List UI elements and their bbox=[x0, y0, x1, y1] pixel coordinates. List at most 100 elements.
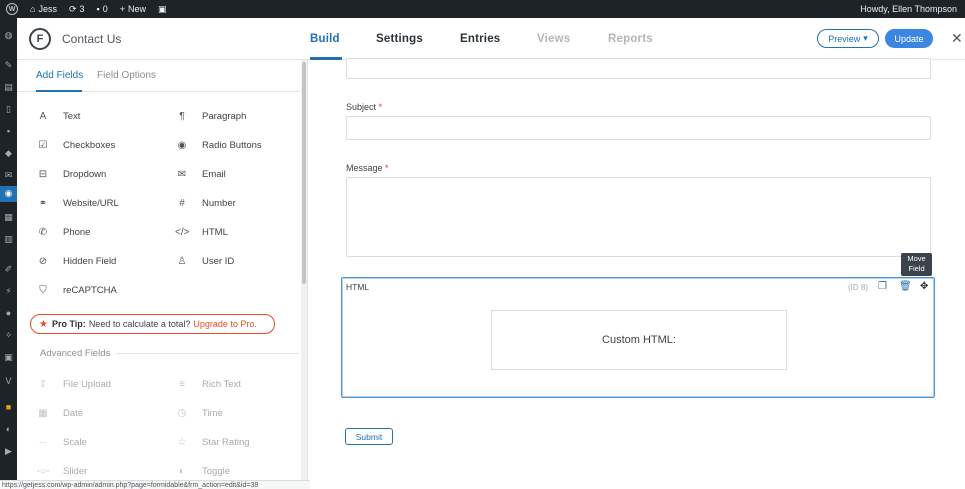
media-icon[interactable]: ▤ bbox=[3, 82, 14, 93]
plugins-icon[interactable]: ⚡ bbox=[3, 286, 14, 297]
required-mark: * bbox=[385, 163, 389, 173]
field-user-id[interactable]: ♙ User ID bbox=[175, 254, 235, 268]
field-label: reCAPTCHA bbox=[63, 284, 117, 296]
formidable-logo-icon: F bbox=[29, 28, 51, 50]
clock-icon: ◷ bbox=[177, 407, 187, 419]
move-icon[interactable]: ✥ bbox=[920, 281, 928, 292]
plugin-d-icon[interactable]: ◐ bbox=[3, 424, 14, 435]
mail-icon[interactable]: ✉ bbox=[3, 170, 14, 181]
link-icon: ⚭ bbox=[38, 197, 48, 209]
field-website-url[interactable]: ⚭ Website/URL bbox=[36, 196, 119, 210]
wp-logo-menu[interactable]: W bbox=[0, 0, 24, 18]
update-button[interactable]: Update bbox=[885, 29, 933, 48]
comments-menu[interactable]: ▪ 0 bbox=[91, 0, 114, 18]
fields-panel: Add Fields Field Options A Text ☑ Checkbox… bbox=[17, 60, 308, 489]
updates-count: 3 bbox=[79, 4, 85, 14]
field-number[interactable]: # Number bbox=[175, 196, 236, 210]
site-name-menu[interactable]: ⌂ Jess bbox=[24, 0, 63, 18]
field-label: Date bbox=[63, 407, 84, 419]
html-field-label: HTML bbox=[346, 282, 370, 292]
dashboard-icon[interactable]: ◍ bbox=[3, 30, 14, 41]
comments-icon[interactable]: ▪ bbox=[3, 126, 14, 137]
field-dropdown[interactable]: ⊟ Dropdown bbox=[36, 167, 107, 181]
html-field-selected[interactable]: HTML (ID 8) ❐ 🗑 ✥ Custom HTML: bbox=[341, 277, 935, 398]
tab-reports[interactable]: Reports bbox=[608, 33, 653, 45]
calendar-icon: ▦ bbox=[38, 407, 48, 419]
tag-icon[interactable]: ◆ bbox=[3, 148, 14, 159]
field-scale[interactable]: ∙∙∙ Scale bbox=[36, 435, 87, 449]
field-email[interactable]: ✉ Email bbox=[175, 167, 226, 181]
tab-add-fields[interactable]: Add Fields bbox=[36, 70, 83, 81]
field-label: Scale bbox=[63, 436, 87, 448]
field-star-rating[interactable]: ☆ Star Rating bbox=[175, 435, 250, 449]
text-icon: A bbox=[39, 110, 47, 122]
form-canvas: Subject * Message * Move Field HTML (ID … bbox=[309, 58, 965, 489]
field-radio-buttons[interactable]: ◉ Radio Buttons bbox=[175, 138, 262, 152]
site-name: Jess bbox=[38, 4, 57, 14]
subject-input[interactable] bbox=[346, 116, 931, 140]
play-icon[interactable]: ▶ bbox=[3, 446, 14, 457]
browser-status-url: https://getjess.com/wp-admin/admin.php?p… bbox=[0, 480, 310, 489]
previous-field-input[interactable] bbox=[346, 58, 931, 79]
trash-icon[interactable]: 🗑 bbox=[899, 281, 912, 292]
preview-label: Preview bbox=[828, 33, 861, 44]
updates-menu[interactable]: ⟳ 3 bbox=[63, 0, 91, 18]
users-icon[interactable]: ● bbox=[3, 308, 14, 319]
preview-button[interactable]: Preview ▾ bbox=[817, 29, 879, 48]
field-phone[interactable]: ✆ Phone bbox=[36, 225, 91, 239]
appearance-icon[interactable]: ✐ bbox=[3, 264, 14, 275]
close-icon[interactable]: ✕ bbox=[951, 30, 963, 47]
field-label: Number bbox=[202, 197, 236, 209]
field-rich-text[interactable]: ≡ Rich Text bbox=[175, 377, 241, 391]
tab-views[interactable]: Views bbox=[537, 33, 570, 45]
comments-count: 0 bbox=[102, 4, 108, 14]
tab-field-options[interactable]: Field Options bbox=[97, 70, 156, 81]
field-file-upload[interactable]: ⇪ File Upload bbox=[36, 377, 111, 391]
required-mark: * bbox=[378, 102, 383, 112]
advanced-fields-heading: Advanced Fields bbox=[17, 348, 301, 360]
formidable-bar-menu[interactable]: ▣ bbox=[152, 0, 173, 18]
duplicate-icon[interactable]: ❐ bbox=[878, 281, 887, 292]
tools-icon[interactable]: ✧ bbox=[3, 330, 14, 341]
field-date[interactable]: ▦ Date bbox=[36, 406, 83, 420]
tab-build[interactable]: Build bbox=[310, 33, 340, 45]
plugin-v-icon[interactable]: V bbox=[3, 376, 14, 387]
pro-tip-banner[interactable]: ★ Pro Tip: Need to calculate a total? Up… bbox=[30, 314, 275, 334]
panel-scrollbar-thumb[interactable] bbox=[302, 62, 306, 284]
panel-tabs: Add Fields Field Options bbox=[17, 60, 301, 92]
dropdown-icon: ⊟ bbox=[38, 168, 48, 180]
settings-icon[interactable]: ▣ bbox=[3, 352, 14, 363]
new-content-menu[interactable]: + New bbox=[114, 0, 152, 18]
field-label: Toggle bbox=[202, 465, 230, 477]
wp-admin-menu: ◍ ✎ ▤ ▯ ▪ ◆ ✉ ◉ ▦ ▥ ✐ ⚡ ● ✧ ▣ V ■ ◐ ▶ bbox=[0, 18, 17, 489]
field-checkboxes[interactable]: ☑ Checkboxes bbox=[36, 138, 116, 152]
upgrade-link[interactable]: Upgrade to Pro. bbox=[193, 319, 257, 329]
tab-settings[interactable]: Settings bbox=[376, 33, 423, 45]
my-account-menu[interactable]: Howdy, Ellen Thompson bbox=[854, 0, 965, 18]
field-recaptcha[interactable]: ⛉ reCAPTCHA bbox=[36, 283, 117, 297]
message-textarea[interactable] bbox=[346, 177, 931, 257]
tab-entries[interactable]: Entries bbox=[460, 33, 500, 45]
pages-icon[interactable]: ▯ bbox=[3, 104, 14, 115]
field-toggle[interactable]: ◐ Toggle bbox=[175, 464, 230, 478]
hash-icon: # bbox=[179, 197, 185, 209]
field-label: Website/URL bbox=[63, 197, 119, 209]
posts-pin-icon[interactable]: ✎ bbox=[3, 60, 14, 71]
field-hidden[interactable]: ⊘ Hidden Field bbox=[36, 254, 117, 268]
field-html[interactable]: </> HTML bbox=[175, 225, 228, 239]
form-title[interactable]: Contact Us bbox=[62, 32, 121, 46]
folder-icon[interactable]: ■ bbox=[3, 402, 14, 413]
upload-icon: ⇪ bbox=[38, 378, 48, 390]
field-paragraph[interactable]: ¶ Paragraph bbox=[175, 109, 246, 123]
submit-button[interactable]: Submit bbox=[345, 428, 393, 445]
layout-icon[interactable]: ▥ bbox=[3, 234, 14, 245]
field-text[interactable]: A Text bbox=[36, 109, 81, 123]
checkbox-icon: ☑ bbox=[38, 139, 48, 151]
field-slider[interactable]: -○- Slider bbox=[36, 464, 88, 478]
table-icon[interactable]: ▦ bbox=[3, 212, 14, 223]
envelope-icon: ✉ bbox=[177, 168, 187, 180]
field-label: Dropdown bbox=[63, 168, 107, 180]
field-label: Time bbox=[202, 407, 223, 419]
field-time[interactable]: ◷ Time bbox=[175, 406, 223, 420]
panel-tab-indicator bbox=[36, 90, 82, 92]
